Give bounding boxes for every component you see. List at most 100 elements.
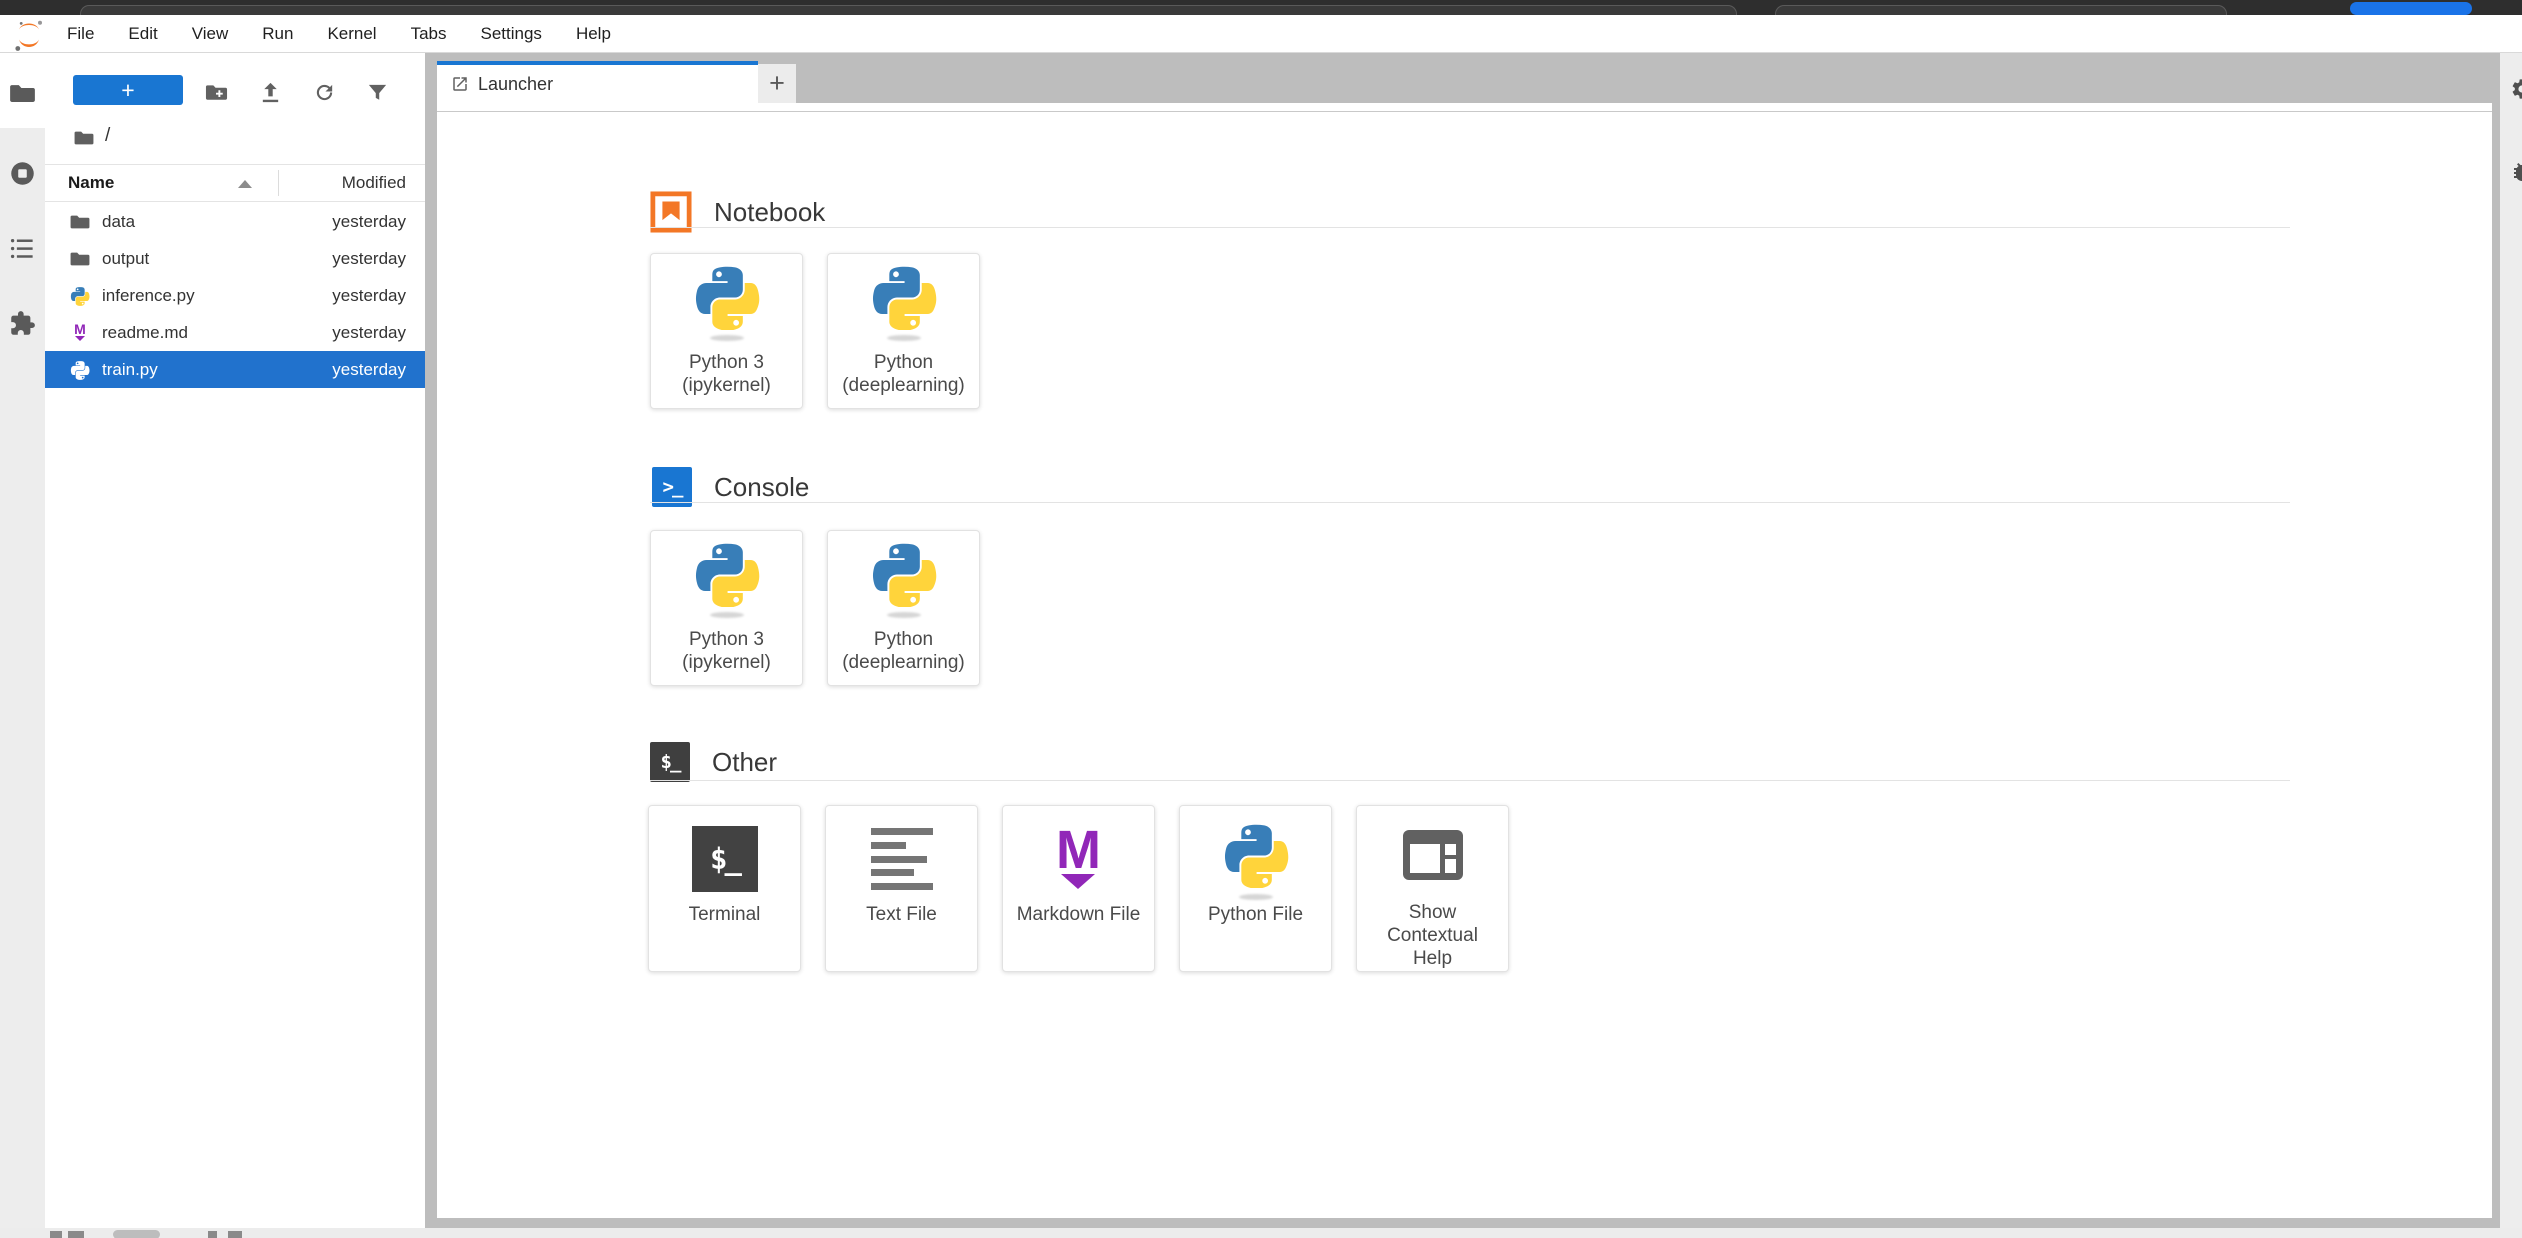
column-divider (278, 170, 279, 196)
new-tab-button[interactable]: + (758, 64, 796, 103)
divider (45, 201, 425, 202)
file-name: readme.md (102, 323, 188, 343)
file-row-readme-md[interactable]: M readme.md yesterday (45, 314, 425, 351)
python-logo-icon (870, 541, 938, 607)
contextual-help-icon (1400, 822, 1466, 888)
markdown-icon: M (1046, 826, 1112, 892)
card-label: Python (deeplearning) (828, 628, 979, 674)
section-divider (650, 502, 2290, 503)
file-name: train.py (102, 360, 158, 380)
logo-shadow (887, 335, 921, 341)
right-activity-bar (2500, 53, 2522, 1228)
menu-view[interactable]: View (175, 15, 246, 52)
markdown-file-icon: M (69, 323, 91, 343)
section-title: Console (714, 472, 809, 503)
launcher-card-terminal[interactable]: $_ Terminal (648, 805, 801, 972)
status-bar-fragment (68, 1231, 84, 1238)
terminal-icon: $_ (692, 826, 758, 892)
status-bar-fragment (113, 1230, 160, 1238)
launcher-card-console-python3-ipykernel[interactable]: Python 3 (ipykernel) (650, 530, 803, 686)
menu-settings[interactable]: Settings (464, 15, 559, 52)
file-list: data yesterday output yesterday inferenc… (45, 203, 425, 388)
launcher-card-show-contextual-help[interactable]: Show Contextual Help (1356, 805, 1509, 972)
filter-icon[interactable] (366, 81, 389, 104)
status-bar-fragment (208, 1231, 217, 1238)
card-label: Python 3 (ipykernel) (651, 351, 802, 397)
extensions-icon[interactable] (9, 310, 36, 337)
sort-ascending-icon (238, 180, 252, 188)
section-divider (650, 780, 2290, 781)
section-header-console: >_ Console (652, 450, 809, 524)
plus-icon: + (769, 68, 785, 99)
property-inspector-gear-icon[interactable] (2510, 77, 2522, 101)
menu-tabs[interactable]: Tabs (394, 15, 464, 52)
debugger-bug-icon[interactable] (2510, 160, 2522, 184)
dock-border-right (2492, 103, 2500, 1218)
menu-bar: File Edit View Run Kernel Tabs Settings … (0, 15, 2522, 53)
jupyterlab-window: File Edit View Run Kernel Tabs Settings … (0, 0, 2522, 1238)
file-row-output[interactable]: output yesterday (45, 240, 425, 277)
launcher-card-markdown-file[interactable]: M Markdown File (1002, 805, 1155, 972)
file-modified: yesterday (332, 212, 425, 232)
plus-icon: + (121, 77, 134, 104)
launcher-card-notebook-python-deeplearning[interactable]: Python (deeplearning) (827, 253, 980, 409)
jupyter-logo-icon (13, 18, 45, 50)
file-name: data (102, 212, 135, 232)
running-sessions-icon[interactable] (9, 160, 36, 187)
dock-tab-bar: Launcher + (425, 53, 2500, 103)
menu-run[interactable]: Run (245, 15, 310, 52)
left-activity-bar (0, 53, 45, 1228)
folder-icon (69, 212, 91, 232)
section-title: Other (712, 747, 777, 778)
upload-icon[interactable] (259, 81, 282, 104)
status-bar-fragment (50, 1231, 62, 1238)
card-label: Markdown File (1003, 903, 1154, 926)
python-logo-icon (870, 264, 938, 330)
table-of-contents-icon[interactable] (9, 235, 36, 262)
card-label: Terminal (649, 903, 800, 926)
terminal-icon: $_ (650, 742, 690, 782)
launcher-card-console-python-deeplearning[interactable]: Python (deeplearning) (827, 530, 980, 686)
dock-border-left[interactable] (425, 103, 437, 1218)
new-folder-icon[interactable] (205, 81, 228, 104)
tabbar-shadow-line (437, 111, 2492, 112)
file-row-inference-py[interactable]: inference.py yesterday (45, 277, 425, 314)
python-logo-icon (693, 541, 761, 607)
card-label: Show Contextual Help (1357, 901, 1508, 970)
launcher-card-notebook-python3-ipykernel[interactable]: Python 3 (ipykernel) (650, 253, 803, 409)
menu-help[interactable]: Help (559, 15, 628, 52)
section-title: Notebook (714, 197, 825, 228)
breadcrumb[interactable]: / (105, 125, 110, 147)
refresh-icon[interactable] (313, 81, 336, 104)
column-header-name[interactable]: Name (68, 165, 114, 201)
file-modified: yesterday (332, 323, 425, 343)
menu-kernel[interactable]: Kernel (310, 15, 393, 52)
column-header-modified[interactable]: Modified (342, 165, 406, 201)
section-header-other: $_ Other (650, 725, 777, 799)
python-logo-icon (1222, 822, 1290, 888)
tab-launcher[interactable]: Launcher (437, 61, 758, 103)
section-header-notebook: Notebook (650, 175, 825, 249)
menu-file[interactable]: File (50, 15, 111, 52)
status-bar (0, 1228, 2522, 1238)
status-bar-fragment (228, 1231, 242, 1238)
menu-edit[interactable]: Edit (111, 15, 174, 52)
file-name: inference.py (102, 286, 195, 306)
file-modified: yesterday (332, 286, 425, 306)
breadcrumb-home-folder-icon[interactable] (73, 129, 95, 147)
card-label: Text File (826, 903, 977, 926)
file-browser-icon[interactable] (9, 80, 36, 107)
file-modified: yesterday (332, 249, 425, 269)
logo-shadow (710, 612, 744, 618)
launcher-card-text-file[interactable]: Text File (825, 805, 978, 972)
new-launcher-button[interactable]: + (73, 75, 183, 105)
dock-border-bottom (425, 1218, 2500, 1228)
section-divider (650, 227, 2290, 228)
browser-blue-button[interactable] (2350, 2, 2472, 15)
file-row-data[interactable]: data yesterday (45, 203, 425, 240)
launcher-card-python-file[interactable]: Python File (1179, 805, 1332, 972)
menu-items: File Edit View Run Kernel Tabs Settings … (50, 15, 628, 52)
text-file-icon (869, 826, 935, 892)
file-row-train-py-selected[interactable]: train.py yesterday (45, 351, 425, 388)
file-name: output (102, 249, 149, 269)
